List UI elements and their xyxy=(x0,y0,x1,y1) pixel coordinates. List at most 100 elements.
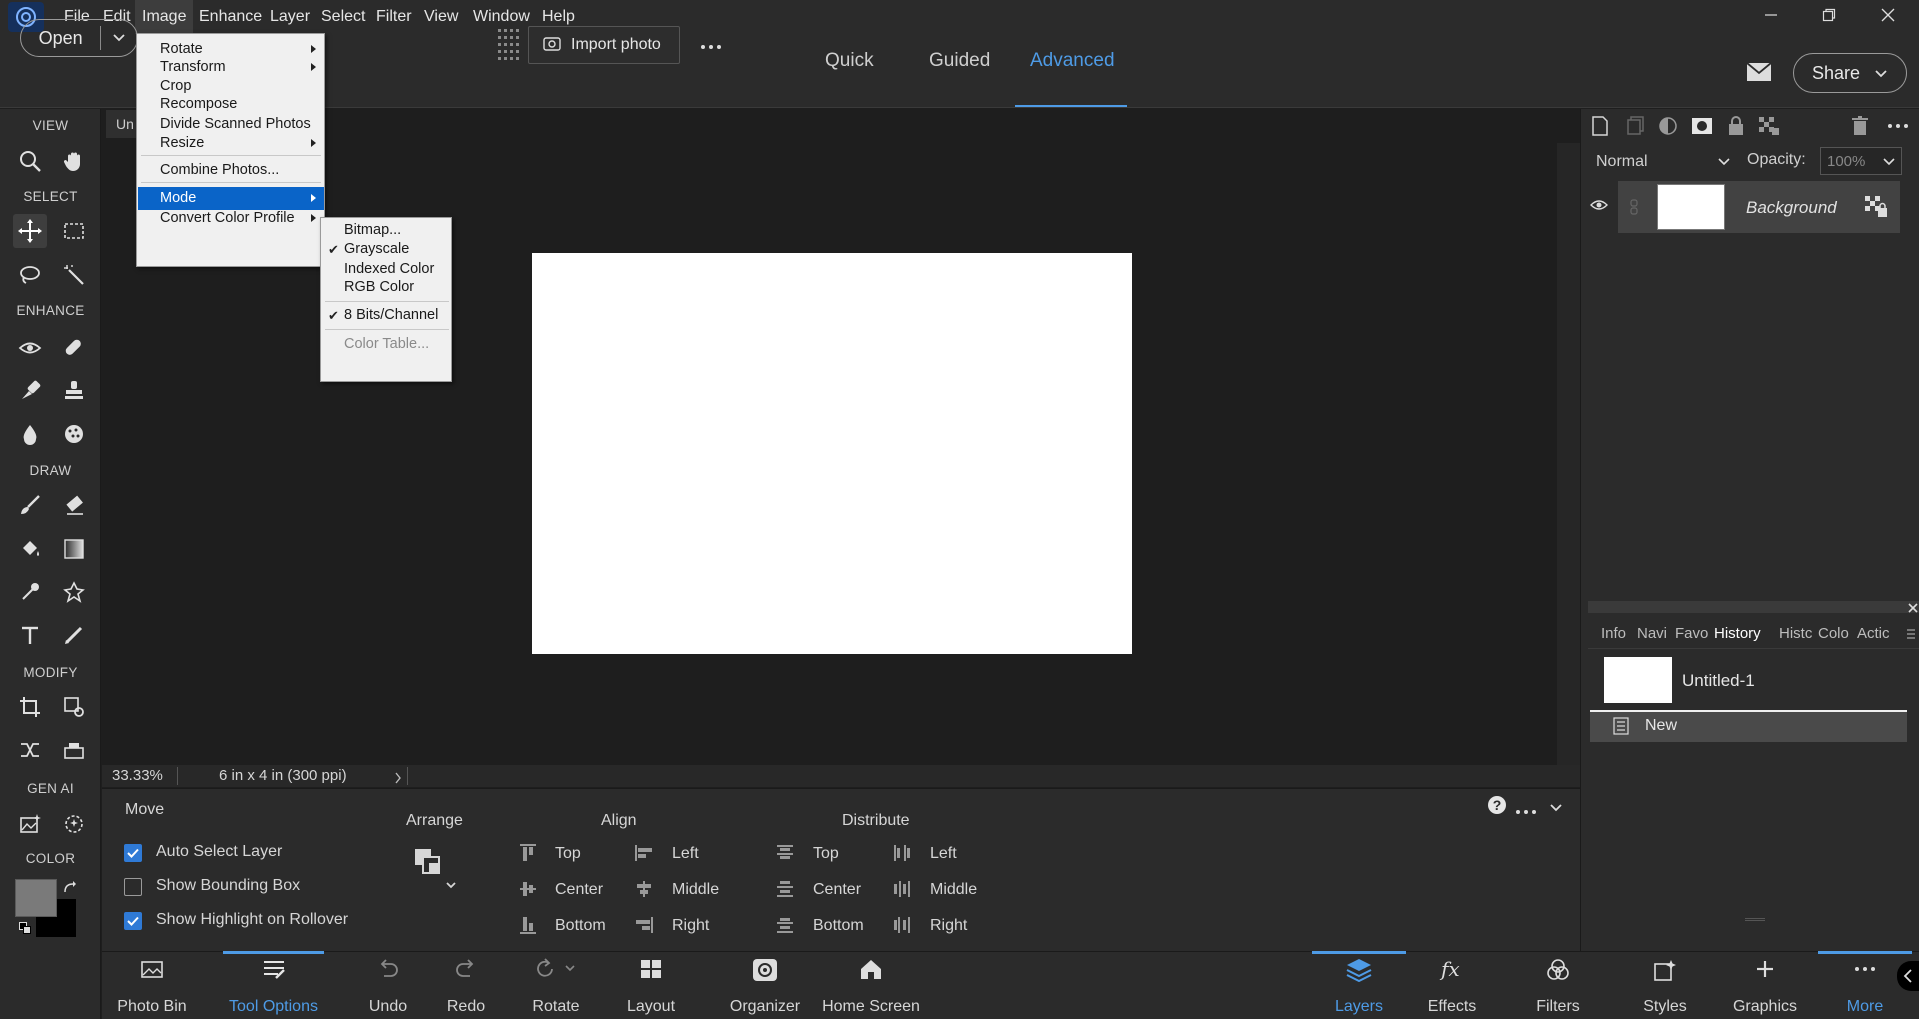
distribute-bottom-icon[interactable] xyxy=(774,914,796,936)
adjustment-layer-icon[interactable] xyxy=(1656,114,1680,138)
opacity-input[interactable]: 100% xyxy=(1820,147,1902,175)
more-button[interactable]: More xyxy=(1835,958,1895,1016)
arrange-icon[interactable] xyxy=(412,846,460,899)
menu-layer[interactable]: Layer xyxy=(263,0,317,34)
document-tab[interactable]: Un xyxy=(106,110,140,138)
crop-tool-icon[interactable] xyxy=(13,690,47,724)
align-center-icon[interactable] xyxy=(517,878,539,900)
align-top-label[interactable]: Top xyxy=(555,845,581,863)
recompose-tool-icon[interactable] xyxy=(57,690,91,724)
eraser-tool-icon[interactable] xyxy=(57,488,91,522)
zoom-level[interactable]: 33.33% xyxy=(112,767,163,784)
menu-item-resize[interactable]: Resize xyxy=(138,132,324,155)
distribute-bottom-label[interactable]: Bottom xyxy=(813,917,864,935)
undo-button[interactable]: Undo xyxy=(360,958,416,1016)
align-left-icon[interactable] xyxy=(633,842,655,864)
restore-icon[interactable] xyxy=(1803,0,1855,30)
pencil-tool-icon[interactable] xyxy=(57,618,91,652)
sponge-tool-icon[interactable] xyxy=(57,417,91,451)
effects-button[interactable]: fx Effects xyxy=(1418,958,1486,1016)
tab-quick[interactable]: Quick xyxy=(825,50,874,72)
close-window-icon[interactable] xyxy=(1862,0,1914,30)
home-screen-button[interactable]: Home Screen xyxy=(822,958,920,1016)
tab-info[interactable]: Info xyxy=(1601,620,1626,648)
distribute-left-label[interactable]: Left xyxy=(930,845,957,863)
tab-actions[interactable]: Actic xyxy=(1857,620,1890,648)
align-right-icon[interactable] xyxy=(633,914,655,936)
menu-select[interactable]: Select xyxy=(314,0,372,34)
close-panel-icon[interactable] xyxy=(1907,601,1919,619)
distribute-top-icon[interactable] xyxy=(774,842,796,864)
photo-bin-button[interactable]: Photo Bin xyxy=(112,958,192,1016)
menu-filter[interactable]: Filter xyxy=(369,0,419,34)
menu-item-color-table[interactable]: Color Table... xyxy=(322,333,451,356)
layer-link-icon[interactable] xyxy=(1629,198,1639,221)
new-group-icon[interactable] xyxy=(1624,114,1648,138)
rotate-button[interactable]: Rotate xyxy=(525,958,587,1016)
content-aware-move-tool-icon[interactable] xyxy=(57,733,91,767)
distribute-middle-icon[interactable] xyxy=(891,878,913,900)
delete-layer-icon[interactable] xyxy=(1848,114,1872,138)
show-bounding-box-checkbox[interactable] xyxy=(124,878,142,896)
tab-history[interactable]: History xyxy=(1714,620,1761,648)
align-bottom-icon[interactable] xyxy=(517,914,539,936)
generative-remove-tool-icon[interactable] xyxy=(57,807,91,841)
swap-colors-icon[interactable] xyxy=(62,881,76,900)
red-eye-tool-icon[interactable] xyxy=(13,331,47,365)
history-snapshot-name[interactable]: Untitled-1 xyxy=(1682,671,1755,691)
lock-icon[interactable] xyxy=(1724,114,1748,138)
panel-splitter[interactable] xyxy=(1588,601,1919,613)
tab-guided[interactable]: Guided xyxy=(929,50,990,72)
lock-transparency-icon[interactable] xyxy=(1757,114,1781,138)
smart-brush-tool-icon[interactable] xyxy=(13,373,47,407)
panel-menu-icon[interactable] xyxy=(1886,114,1910,138)
foreground-color-swatch[interactable] xyxy=(15,879,57,917)
history-snapshot-thumbnail[interactable] xyxy=(1604,657,1672,703)
zoom-tool-icon[interactable] xyxy=(13,144,47,178)
share-button[interactable]: Share xyxy=(1793,53,1907,93)
straighten-tool-icon[interactable] xyxy=(13,733,47,767)
tab-advanced[interactable]: Advanced xyxy=(1030,50,1115,72)
blend-mode-select[interactable]: Normal xyxy=(1596,150,1730,174)
distribute-center-icon[interactable] xyxy=(774,878,796,900)
document-canvas[interactable] xyxy=(532,253,1132,654)
vertical-scrollbar[interactable] xyxy=(1557,143,1580,765)
tab-histogram[interactable]: Histc xyxy=(1779,620,1812,648)
eye-visibility-icon[interactable] xyxy=(1590,198,1608,216)
layout-button[interactable]: Layout xyxy=(623,958,679,1016)
auto-select-layer-checkbox[interactable] xyxy=(124,844,142,862)
menu-enhance[interactable]: Enhance xyxy=(192,0,269,34)
open-button[interactable]: Open xyxy=(20,19,138,57)
type-tool-icon[interactable] xyxy=(13,618,47,652)
more-options-icon[interactable] xyxy=(700,38,722,56)
chevron-down-icon[interactable] xyxy=(101,33,137,43)
distribute-center-label[interactable]: Center xyxy=(813,881,861,899)
distribute-left-icon[interactable] xyxy=(891,842,913,864)
redo-button[interactable]: Redo xyxy=(440,958,492,1016)
distribute-right-label[interactable]: Right xyxy=(930,917,967,935)
minimize-icon[interactable] xyxy=(1745,0,1797,30)
import-photo-button[interactable]: Import photo xyxy=(528,26,680,64)
distribute-top-label[interactable]: Top xyxy=(813,845,839,863)
paint-bucket-tool-icon[interactable] xyxy=(13,532,47,566)
lasso-tool-icon[interactable] xyxy=(13,258,47,292)
tool-options-more-icon[interactable] xyxy=(1515,802,1537,820)
brush-tool-icon[interactable] xyxy=(13,488,47,522)
menu-item-combine-photos[interactable]: Combine Photos... xyxy=(138,159,324,182)
help-icon[interactable]: ? xyxy=(1487,795,1507,820)
hand-tool-icon[interactable] xyxy=(57,144,91,178)
menu-view[interactable]: View xyxy=(417,0,465,34)
collapse-panel-icon[interactable] xyxy=(1897,961,1919,991)
layer-name[interactable]: Background xyxy=(1746,198,1837,218)
move-tool-icon[interactable] xyxy=(13,214,47,248)
resize-grip[interactable] xyxy=(1745,918,1765,921)
blur-tool-icon[interactable] xyxy=(13,417,47,451)
menu-item-convert-color-profile[interactable]: Convert Color Profile xyxy=(138,207,324,230)
align-middle-icon[interactable] xyxy=(633,878,655,900)
custom-shape-tool-icon[interactable] xyxy=(57,575,91,609)
tab-color[interactable]: Colo xyxy=(1818,620,1849,648)
styles-button[interactable]: Styles xyxy=(1630,958,1700,1016)
new-layer-icon[interactable] xyxy=(1588,114,1612,138)
menu-item-8-bits-channel[interactable]: ✔ 8 Bits/Channel xyxy=(322,304,451,327)
drag-handle-icon[interactable] xyxy=(496,27,522,68)
